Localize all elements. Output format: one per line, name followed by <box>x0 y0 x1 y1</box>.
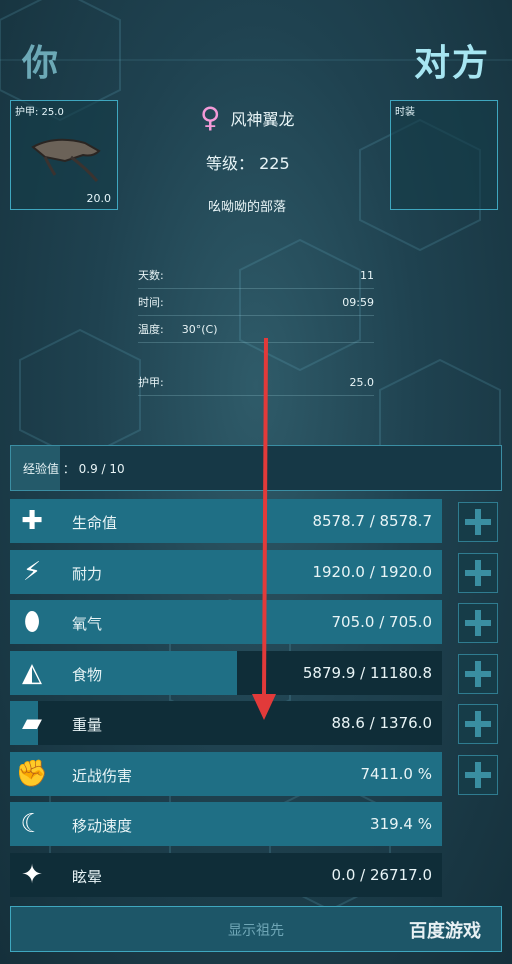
stat-row-stamina: ⚡ 耐力 1920.0 / 1920.0 <box>10 549 442 594</box>
stat-label: 近战伤害 <box>72 766 133 785</box>
stat-label: 重量 <box>72 716 103 734</box>
info-value: 25.0 <box>349 375 375 389</box>
stat-row-health: ✚ 生命值 8578.7 / 8578.7 <box>10 499 442 543</box>
upgrade-melee-button[interactable] <box>458 754 498 795</box>
info-value: 30°(C) <box>181 322 218 336</box>
costume-slot-label: 时装 <box>395 107 415 118</box>
xp-bar: 经验值 ： 0.9 / 10 <box>10 445 502 491</box>
stat-value: 1920.0 / 1920.0 <box>312 562 432 581</box>
stat-label: 眩晕 <box>72 867 103 886</box>
stat-label: 食物 <box>72 665 103 684</box>
creature-name-row: ♀ 风神翼龙 <box>200 104 295 132</box>
you-title: 你 <box>22 43 61 84</box>
level-value: 225 <box>259 154 290 173</box>
info-row-day: 天数: 11 <box>138 262 374 289</box>
upgrade-food-button[interactable] <box>458 653 498 694</box>
stat-label: 氧气 <box>72 615 103 633</box>
fist-icon: ✊ <box>15 758 49 789</box>
stat-label: 移动速度 <box>72 817 133 835</box>
food-bag-icon: ◭ <box>22 657 42 688</box>
stat-value: 88.6 / 1376.0 <box>331 714 432 732</box>
info-row-temperature: 温度: 30°(C) <box>138 316 374 343</box>
info-value: 11 <box>360 268 374 282</box>
info-label: 温度: <box>138 323 164 336</box>
creature-name: 风神翼龙 <box>230 110 295 129</box>
info-label: 护甲: <box>138 376 164 389</box>
xp-text: 经验值 ： 0.9 / 10 <box>23 462 125 476</box>
upgrade-oxygen-button[interactable] <box>458 603 498 643</box>
armor-slot[interactable]: 护甲: 25.0 20.0 <box>10 100 118 210</box>
foot-icon: ☾ <box>20 809 44 839</box>
info-grid: 天数: 11 时间: 09:59 温度: 30°(C) 护甲: 25.0 <box>138 262 374 396</box>
show-ancestors-button[interactable]: 显示祖先 百度游戏 <box>10 906 502 952</box>
stat-label: 耐力 <box>72 564 103 583</box>
oxygen-tank-icon: ⬮ <box>23 607 41 637</box>
stat-value: 8578.7 / 8578.7 <box>312 512 432 530</box>
info-value: 09:59 <box>342 295 374 309</box>
stat-row-speed: ☾ 移动速度 319.4 % <box>10 802 442 846</box>
plus-cross-icon: ✚ <box>21 506 43 536</box>
female-icon: ♀ <box>200 101 221 134</box>
stat-value: 0.0 / 26717.0 <box>331 865 432 884</box>
weight-icon: ▰ <box>22 708 42 738</box>
lightning-icon: ⚡ <box>22 556 42 587</box>
stat-value: 5879.9 / 11180.8 <box>302 663 432 682</box>
saddle-icon <box>31 138 101 182</box>
stat-row-food: ◭ 食物 5879.9 / 11180.8 <box>10 650 442 695</box>
info-label: 天数: <box>138 269 164 282</box>
info-row-empty <box>138 343 374 369</box>
tribe-name: 吆呦呦的部落 <box>208 200 287 215</box>
stat-row-weight: ▰ 重量 88.6 / 1376.0 <box>10 701 442 745</box>
stat-value: 319.4 % <box>370 815 432 833</box>
armor-slot-label: 护甲: 25.0 <box>15 107 64 118</box>
costume-slot[interactable]: 时装 <box>390 100 498 210</box>
armor-slot-value: 20.0 <box>86 192 112 205</box>
stat-label: 生命值 <box>72 514 118 532</box>
stat-row-melee: ✊ 近战伤害 7411.0 % <box>10 751 442 796</box>
stars-icon: ✦ <box>21 859 43 890</box>
upgrade-health-button[interactable] <box>458 502 498 542</box>
info-row-time: 时间: 09:59 <box>138 289 374 316</box>
level-row: 等级： 225 <box>206 150 290 174</box>
info-label: 时间: <box>138 296 164 309</box>
level-label: 等级： <box>206 154 255 173</box>
stat-value: 705.0 / 705.0 <box>331 613 432 631</box>
upgrade-weight-button[interactable] <box>458 704 498 744</box>
stat-row-torpor: ✦ 眩晕 0.0 / 26717.0 <box>10 852 442 897</box>
info-row-armor: 护甲: 25.0 <box>138 369 374 396</box>
stat-value: 7411.0 % <box>360 764 432 783</box>
upgrade-stamina-button[interactable] <box>458 552 498 593</box>
baidu-games-watermark: 百度游戏 <box>409 921 481 942</box>
opponent-title: 对方 <box>413 43 490 84</box>
stat-row-oxygen: ⬮ 氧气 705.0 / 705.0 <box>10 600 442 644</box>
